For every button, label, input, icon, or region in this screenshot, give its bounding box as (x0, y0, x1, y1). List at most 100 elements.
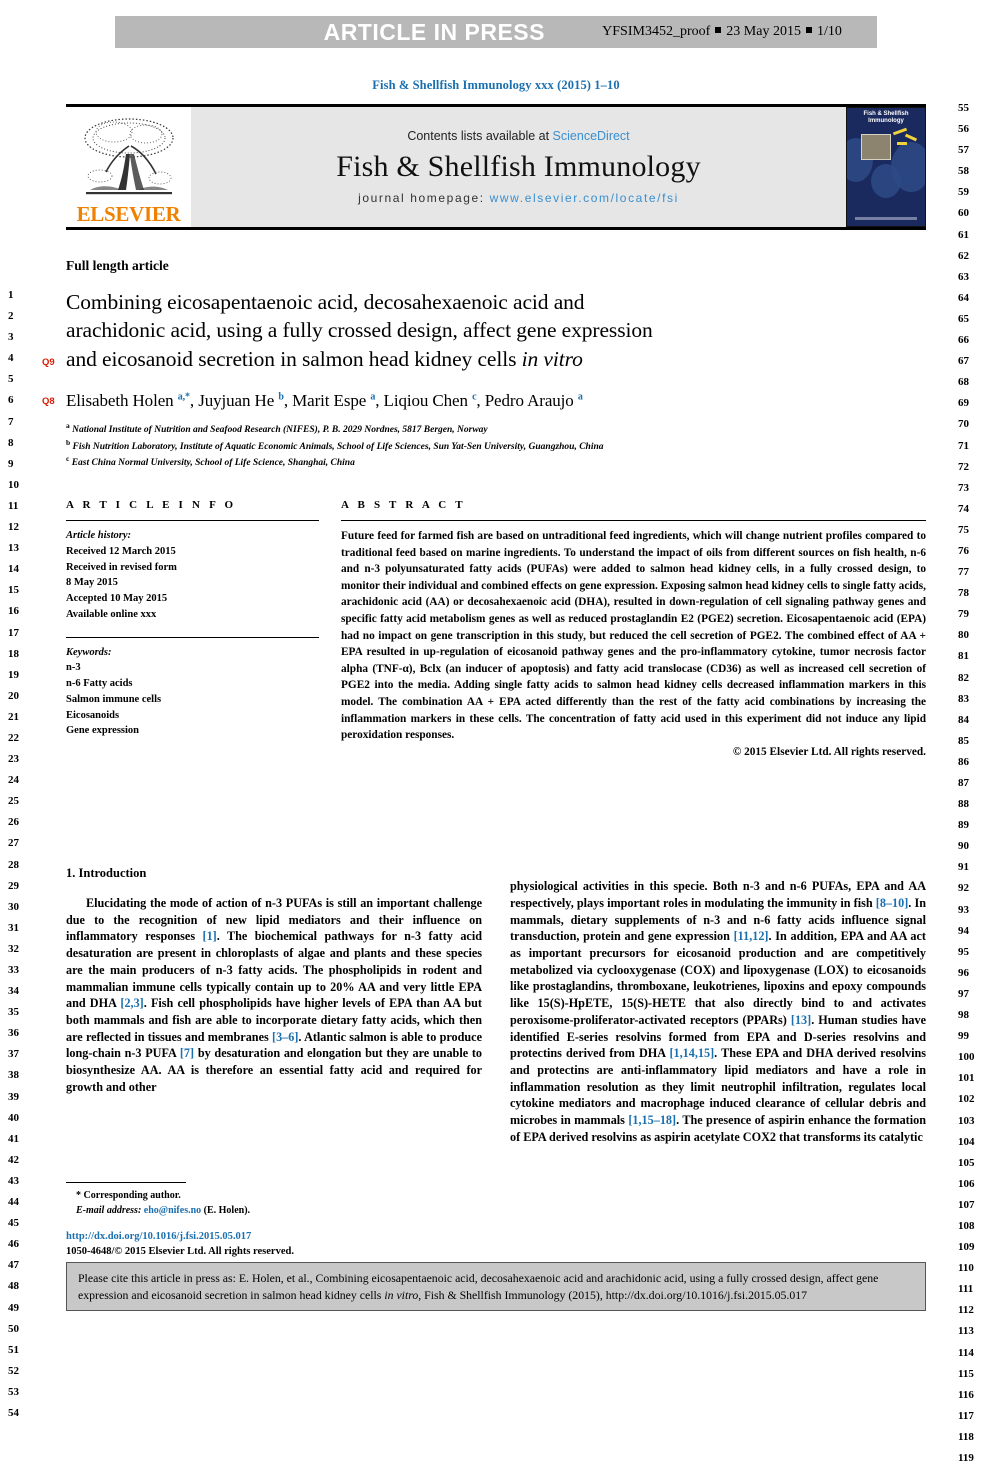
line-number: 67 (958, 355, 969, 368)
article-in-press-banner: ARTICLE IN PRESS YFSIM3452_proof 23 May 2… (115, 16, 877, 48)
history-item: Available online xxx (66, 608, 157, 620)
query-marker-q8[interactable]: Q8 (42, 396, 55, 407)
line-number: 1 (8, 289, 14, 301)
elsevier-logo[interactable]: ELSEVIER (66, 107, 191, 227)
doi-link[interactable]: http://dx.doi.org/10.1016/j.fsi.2015.05.… (66, 1229, 506, 1244)
contents-available-line: Contents lists available at ScienceDirec… (407, 129, 629, 143)
reference-citation[interactable]: [8–10] (876, 896, 909, 910)
citation-doi-link[interactable]: http://dx.doi.org/10.1016/j.fsi.2015.05.… (606, 1288, 807, 1302)
affiliation-text: National Institute of Nutrition and Seaf… (72, 425, 488, 436)
line-number: 3 (8, 331, 14, 344)
line-number: 89 (958, 819, 969, 832)
line-number: 112 (958, 1304, 974, 1317)
line-number: 19 (8, 668, 19, 681)
title-line-3: and eicosanoid secretion in salmon head … (66, 346, 522, 371)
line-number: 57 (958, 144, 969, 157)
line-numbers-left: 1 2 3 4 5 6 7 8 9 10 11 12 13 14 15 16 17 18 19 20 21 22 23 24 2… (8, 289, 19, 1429)
line-number: 108 (958, 1219, 975, 1232)
line-number: 95 (958, 945, 969, 958)
line-number: 30 (8, 900, 19, 913)
reference-citation[interactable]: [1,15–18] (628, 1113, 676, 1127)
line-number: 6 (8, 394, 14, 407)
line-number: 76 (958, 544, 969, 557)
reference-citation[interactable]: [1,14,15] (669, 1046, 714, 1060)
contents-prefix: Contents lists available at (407, 129, 553, 143)
line-number: 86 (958, 755, 969, 768)
line-number: 68 (958, 376, 969, 389)
journal-cover-thumbnail[interactable]: Fish & Shellfish Immunology (846, 107, 926, 227)
article-type-label: Full length article (66, 258, 169, 273)
keyword-item: Gene expression (66, 725, 140, 737)
title-line-2: arachidonic acid, using a fully crossed … (66, 318, 653, 343)
affiliation-list: a National Institute of Nutrition and Se… (66, 421, 926, 471)
line-number: 111 (958, 1283, 974, 1296)
line-number: 78 (958, 587, 969, 600)
line-number: 64 (958, 291, 969, 304)
author-affil-mark[interactable]: a (578, 391, 583, 402)
history-item: 8 May 2015 (66, 577, 118, 589)
line-number: 50 (8, 1322, 19, 1335)
proof-date: 23 May 2015 (726, 24, 801, 39)
line-number: 62 (958, 249, 969, 262)
cover-accent-icon (897, 142, 907, 145)
line-number: 9 (8, 457, 14, 470)
title-line-1: Combining eicosapentaenoic acid, decosah… (66, 290, 585, 314)
line-number: 65 (958, 312, 969, 325)
line-number: 70 (958, 418, 969, 431)
line-number: 20 (8, 689, 19, 702)
line-number: 4 (8, 352, 14, 365)
reference-citation[interactable]: [2,3] (120, 996, 143, 1010)
line-numbers-right: 55 56 57 58 59 60 61 62 63 64 65 66 67 68 69 70 71 72 73 74… (958, 102, 975, 1474)
citation-line-1: Please cite this article in press as: E.… (78, 1271, 749, 1285)
keywords-rule (66, 636, 319, 638)
history-item: Received in revised form (66, 561, 177, 573)
line-number: 2 (8, 310, 14, 323)
author-affil-mark[interactable]: b (278, 391, 284, 402)
corresponding-author-line: * Corresponding author. (76, 1190, 181, 1201)
issn-copyright-line: 1050-4648/© 2015 Elsevier Ltd. All right… (66, 1246, 294, 1258)
abstract-rule (341, 520, 926, 522)
reference-citation[interactable]: [1] (203, 929, 217, 943)
line-number: 52 (8, 1364, 19, 1377)
query-marker-q9[interactable]: Q9 (42, 357, 55, 368)
homepage-url-link[interactable]: www.elsevier.com/locate/fsi (490, 191, 679, 205)
line-number: 34 (8, 985, 19, 998)
proof-info: YFSIM3452_proof 23 May 2015 1/10 (567, 24, 877, 40)
body-column-right: physiological activities in this specie.… (510, 866, 926, 1158)
line-number: 33 (8, 964, 19, 976)
line-number: 63 (958, 270, 969, 283)
sciencedirect-link[interactable]: ScienceDirect (553, 129, 630, 143)
abstract-heading: A B S T R A C T (341, 499, 466, 512)
citation-line-2b: , Fish & Shellfish Immunology (2015), (418, 1287, 603, 1302)
journal-citation-line[interactable]: Fish & Shellfish Immunology xxx (2015) 1… (0, 78, 992, 93)
line-number: 31 (8, 921, 19, 934)
author-affil-mark[interactable]: c (472, 391, 476, 402)
line-number: 24 (8, 774, 19, 787)
line-number: 11 (8, 499, 19, 512)
email-link[interactable]: eho@nifes.no (144, 1205, 201, 1216)
line-number: 75 (958, 523, 969, 536)
line-number: 113 (958, 1325, 974, 1338)
author-affil-mark[interactable]: a (370, 391, 375, 402)
reference-citation[interactable]: [3–6] (272, 1030, 298, 1044)
line-number: 13 (8, 542, 19, 555)
line-number: 8 (8, 436, 14, 449)
history-item: Accepted 10 May 2015 (66, 593, 168, 605)
article-in-press-label: ARTICLE IN PRESS (323, 18, 545, 45)
abstract-column: A B S T R A C T Future feed for farmed f… (341, 499, 926, 758)
line-number: 44 (8, 1196, 19, 1209)
reference-citation[interactable]: [7] (180, 1046, 194, 1060)
email-owner: (E. Holen). (203, 1205, 251, 1216)
line-number: 98 (958, 1009, 969, 1022)
line-number: 107 (958, 1198, 975, 1211)
reference-citation[interactable]: [11,12] (734, 929, 769, 943)
reference-citation[interactable]: [13] (791, 1013, 811, 1027)
line-number: 54 (8, 1406, 19, 1419)
line-number: 99 (958, 1030, 969, 1043)
author-affil-mark[interactable]: a,* (178, 391, 190, 402)
masthead-center: Contents lists available at ScienceDirec… (191, 107, 846, 227)
corresponding-author-footnote: * Corresponding author. E-mail address: … (66, 1182, 482, 1218)
line-number: 82 (958, 671, 969, 684)
line-number: 103 (958, 1114, 975, 1127)
line-number: 58 (958, 165, 969, 178)
